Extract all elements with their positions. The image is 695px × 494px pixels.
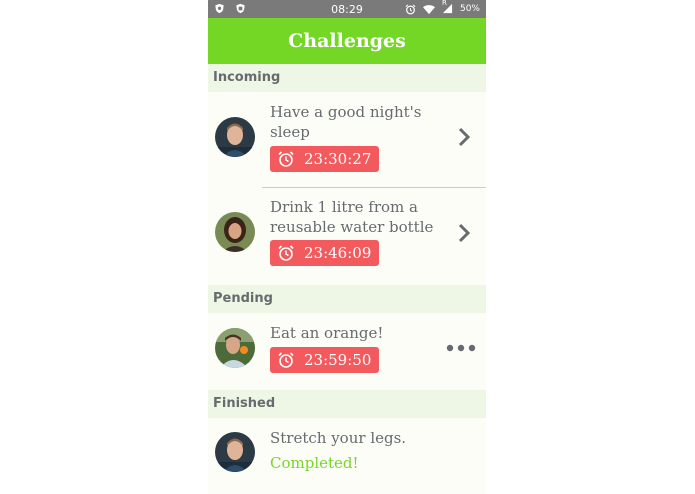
section-header-pending: Pending: [208, 285, 486, 313]
timer-badge: 23:59:50: [270, 347, 380, 373]
challenge-item[interactable]: Stretch your legs. Completed!: [208, 418, 486, 494]
alarm-clock-icon: [278, 352, 294, 368]
section-header-finished: Finished: [208, 390, 486, 418]
challenge-item[interactable]: Have a good night's sleep 23:30:27: [208, 92, 486, 188]
app-bar: Challenges: [208, 18, 486, 64]
more-icon[interactable]: [446, 343, 476, 353]
app-bar-title: Challenges: [288, 30, 406, 52]
chevron-right-icon[interactable]: [456, 127, 472, 147]
status-bar: 08:29 R 50%: [208, 0, 486, 18]
phone-screen: 08:29 R 50% Challenges Incoming Have a g…: [208, 0, 486, 494]
wifi-icon: [423, 4, 435, 14]
challenge-title: Drink 1 litre from a reusable water bott…: [270, 198, 434, 236]
avatar: [215, 432, 255, 472]
challenge-item[interactable]: Drink 1 litre from a reusable water bott…: [208, 188, 486, 285]
chevron-right-icon[interactable]: [456, 223, 472, 243]
alarm-clock-icon: [278, 151, 294, 167]
avatar: [215, 117, 255, 157]
challenge-title: Eat an orange!: [270, 324, 384, 342]
challenge-title: Have a good night's sleep: [270, 103, 422, 141]
section-label: Finished: [213, 396, 276, 411]
network-type: R: [441, 0, 447, 7]
timer-value: 23:30:27: [304, 150, 372, 168]
avatar: [215, 212, 255, 252]
avatar: [215, 328, 255, 368]
timer-value: 23:46:09: [304, 244, 372, 262]
timer-value: 23:59:50: [304, 351, 372, 369]
section-header-incoming: Incoming: [208, 64, 486, 92]
challenge-title: Stretch your legs.: [270, 429, 407, 447]
challenge-item[interactable]: Eat an orange! 23:59:50: [208, 313, 486, 390]
battery-percentage: 50%: [459, 4, 480, 14]
timer-badge: 23:30:27: [270, 146, 380, 172]
timer-badge: 23:46:09: [270, 240, 380, 266]
section-label: Incoming: [213, 70, 281, 85]
alarm-clock-icon: [278, 245, 294, 261]
section-label: Pending: [213, 291, 273, 306]
signal-indicator: R: [441, 0, 454, 15]
completed-status: Completed!: [270, 454, 359, 472]
alarm-icon: [405, 4, 416, 14]
